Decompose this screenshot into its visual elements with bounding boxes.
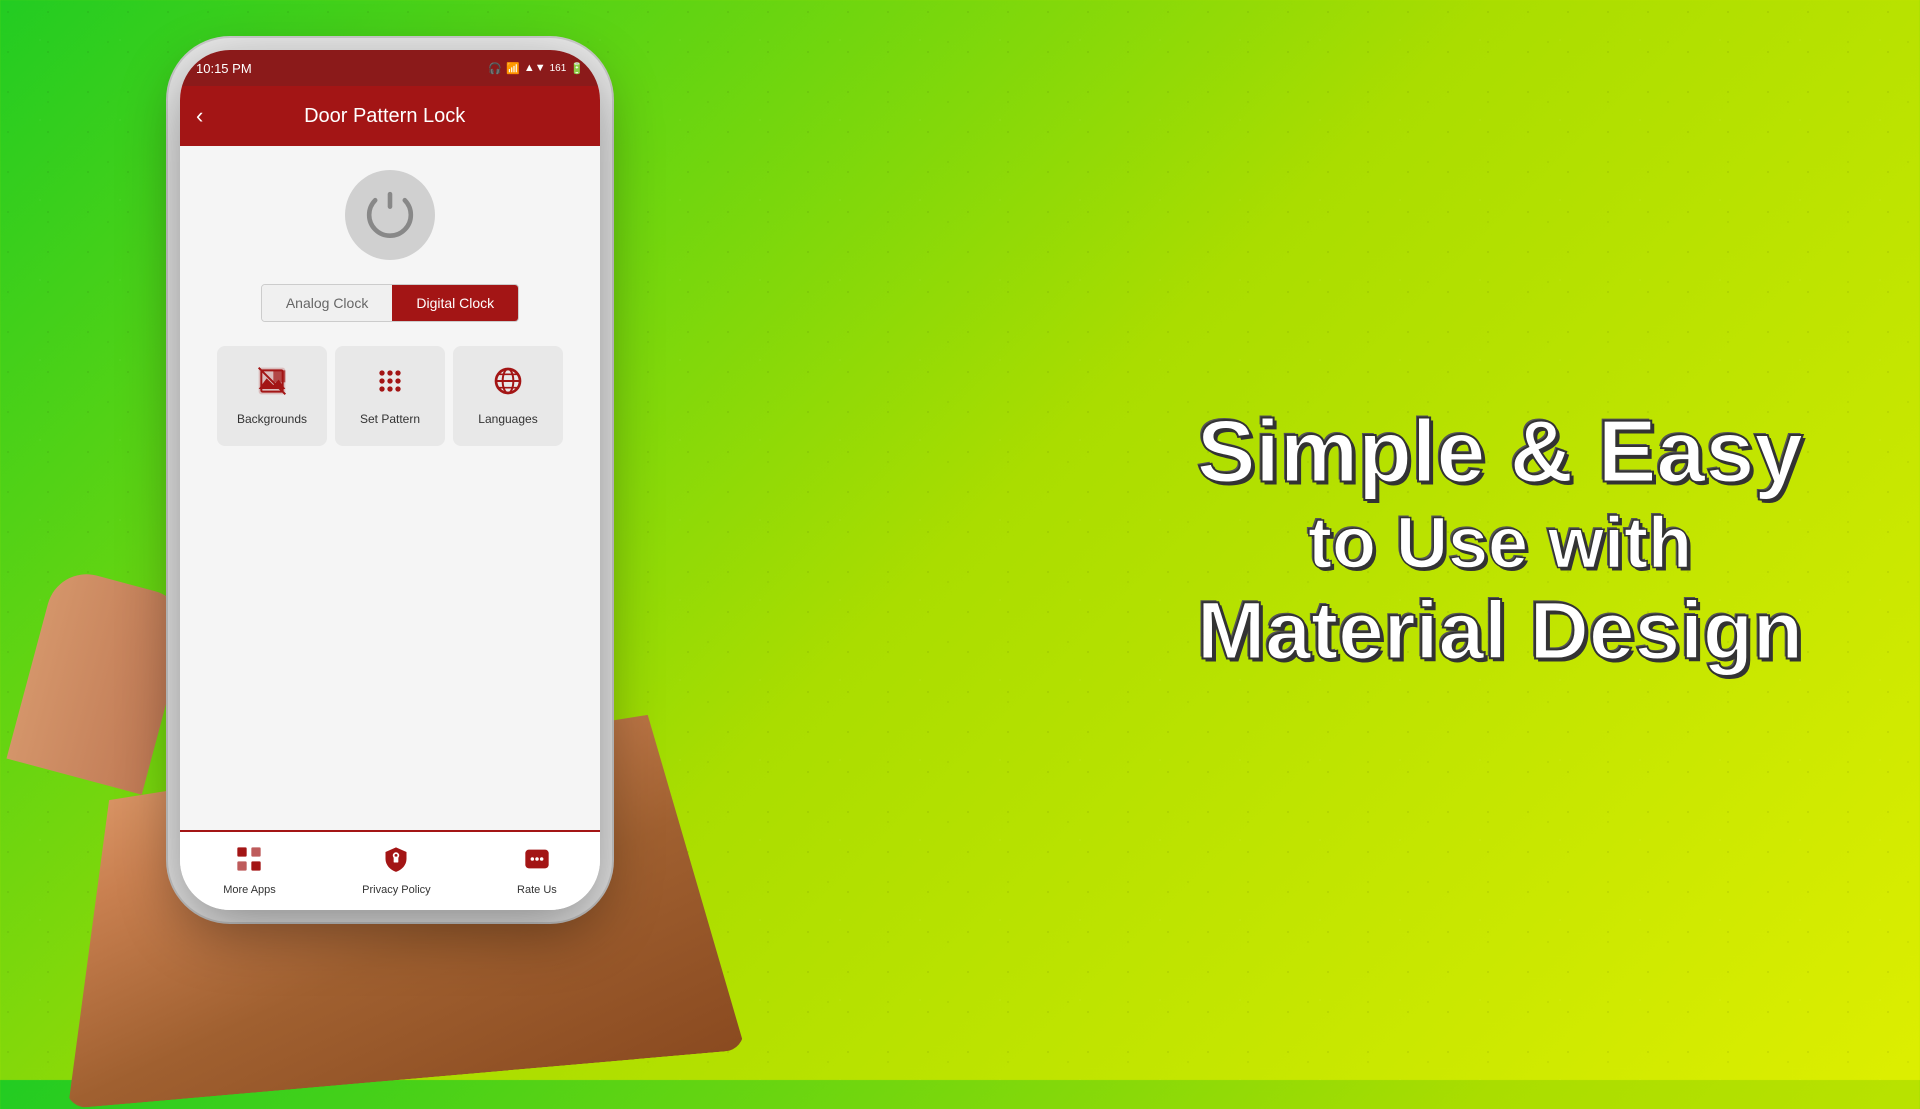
app-title: Door Pattern Lock <box>215 105 554 128</box>
back-button[interactable]: ‹ <box>196 103 203 129</box>
clock-toggle: Analog Clock Digital Clock <box>261 284 519 322</box>
more-apps-label: More Apps <box>223 884 276 897</box>
tagline-line1: Simple & Easy <box>1160 403 1840 500</box>
nav-item-rate-us[interactable]: Rate Us <box>517 845 557 897</box>
finger-1 <box>7 565 194 794</box>
privacy-label: Privacy Policy <box>362 884 430 897</box>
power-button-container <box>345 170 435 260</box>
app-content: Analog Clock Digital Clock <box>180 146 600 830</box>
rate-svg <box>523 845 551 873</box>
tagline-line3: Material Design <box>1160 587 1840 677</box>
menu-item-backgrounds[interactable]: Backgrounds <box>217 346 327 446</box>
digital-clock-button[interactable]: Digital Clock <box>392 285 518 321</box>
wifi-icon: 📶 <box>506 62 520 75</box>
nav-item-privacy-policy[interactable]: Privacy Policy <box>362 845 430 897</box>
signal-icon: ▲▼ <box>524 62 546 74</box>
bottom-nav: More Apps Privacy Policy <box>180 830 600 910</box>
phone-body: 10:15 PM 🎧 📶 ▲▼ 161 🔋 ‹ Door Pattern Loc… <box>180 50 600 910</box>
status-time: 10:15 PM <box>196 61 252 76</box>
analog-clock-button[interactable]: Analog Clock <box>262 285 393 321</box>
languages-svg <box>492 365 524 397</box>
set-pattern-label: Set Pattern <box>360 412 420 426</box>
power-button[interactable] <box>345 170 435 260</box>
rate-icon <box>523 845 551 880</box>
more-apps-icon <box>235 845 263 880</box>
status-bar: 10:15 PM 🎧 📶 ▲▼ 161 🔋 <box>180 50 600 86</box>
menu-item-set-pattern[interactable]: Set Pattern <box>335 346 445 446</box>
headphone-icon: 🎧 <box>488 62 502 75</box>
lte-icon: 161 <box>550 63 567 74</box>
backgrounds-label: Backgrounds <box>237 412 307 426</box>
privacy-svg <box>382 845 410 873</box>
privacy-icon <box>382 845 410 880</box>
phone-wrapper: 10:15 PM 🎧 📶 ▲▼ 161 🔋 ‹ Door Pattern Loc… <box>130 20 710 1060</box>
languages-label: Languages <box>478 412 537 426</box>
phone-inner: 10:15 PM 🎧 📶 ▲▼ 161 🔋 ‹ Door Pattern Loc… <box>180 50 600 910</box>
scene: Simple & Easy to Use with Material Desig… <box>0 0 1920 1080</box>
set-pattern-icon <box>374 365 406 404</box>
menu-grid: Backgrounds <box>196 346 584 446</box>
tagline-container: Simple & Easy to Use with Material Desig… <box>1160 403 1840 676</box>
languages-icon <box>492 365 524 404</box>
pattern-svg <box>374 365 406 397</box>
menu-item-languages[interactable]: Languages <box>453 346 563 446</box>
battery-icon: 🔋 <box>570 62 584 75</box>
app-header: ‹ Door Pattern Lock <box>180 86 600 146</box>
power-icon <box>365 190 415 240</box>
status-icons: 🎧 📶 ▲▼ 161 🔋 <box>488 62 584 75</box>
backgrounds-icon <box>256 365 288 404</box>
rate-us-label: Rate Us <box>517 884 557 897</box>
tagline-line2: to Use with <box>1160 500 1840 586</box>
more-apps-svg <box>235 845 263 873</box>
backgrounds-svg <box>256 365 288 397</box>
nav-item-more-apps[interactable]: More Apps <box>223 845 276 897</box>
